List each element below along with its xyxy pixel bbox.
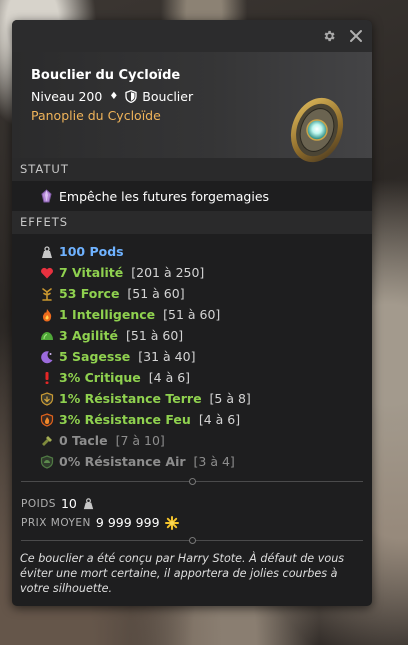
effect-range: [51 à 60] (163, 307, 221, 322)
tooltip-titlebar (12, 20, 372, 52)
weight-icon (42, 245, 52, 258)
effect-value: 3% Critique (59, 370, 141, 385)
effect-row: 53 Force [51 à 60] (12, 283, 372, 304)
item-type: Bouclier (142, 89, 194, 104)
effect-value: 7 Vitalité (59, 265, 124, 280)
item-description: Ce bouclier a été conçu par Harry Stote.… (20, 552, 345, 595)
price-value: 9 999 999 (95, 515, 160, 530)
critical-icon (45, 371, 49, 384)
effect-range: [5 à 8] (209, 391, 251, 406)
fire-icon (42, 308, 52, 321)
wisdom-icon (41, 350, 53, 363)
shield-type-icon (125, 90, 137, 103)
effect-row: 0 Tacle [7 à 10] (12, 430, 372, 451)
effect-row: 1% Résistance Terre [5 à 8] (12, 388, 372, 409)
effect-value: 1 Intelligence (59, 307, 156, 322)
item-properties: POIDS 10 PRIX MOYEN 9 999 999 (12, 482, 372, 540)
kamas-icon (164, 515, 179, 530)
effect-row: 100 Pods (12, 241, 372, 262)
effect-value: 0 Tacle (59, 433, 108, 448)
effect-value: 53 Force (59, 286, 120, 301)
effect-value: 5 Sagesse (59, 349, 131, 364)
effect-row: 3 Agilité [51 à 60] (12, 325, 372, 346)
effect-value: 0% Résistance Air (59, 454, 186, 469)
effect-range: [201 à 250] (131, 265, 205, 280)
item-level: Niveau 200 (31, 89, 103, 104)
weight-row: POIDS 10 (21, 494, 372, 513)
effect-range: [31 à 40] (138, 349, 196, 364)
effect-value: 1% Résistance Terre (59, 391, 202, 406)
strength-icon (42, 287, 52, 301)
agility-icon (41, 331, 53, 340)
item-tooltip-panel: Bouclier du Cycloïde Niveau 200 ♦ Boucli… (12, 20, 372, 606)
weight-icon (83, 498, 94, 510)
effect-range: [7 à 10] (115, 433, 165, 448)
weight-value: 10 (60, 496, 77, 511)
shield-item-icon (290, 97, 344, 163)
earth-resistance-icon (40, 391, 54, 406)
effect-row: 7 Vitalité [201 à 250] (12, 262, 372, 283)
item-name: Bouclier du Cycloïde (31, 68, 181, 83)
item-level-type: Niveau 200 ♦ Bouclier (31, 89, 193, 104)
price-row: PRIX MOYEN 9 999 999 (21, 513, 372, 532)
effect-value: 3 Agilité (59, 328, 118, 343)
effect-value: 100 Pods (59, 244, 124, 259)
purple-gem-icon (41, 189, 52, 203)
divider (21, 478, 363, 485)
item-header: Bouclier du Cycloïde Niveau 200 ♦ Boucli… (12, 52, 372, 163)
close-icon[interactable] (349, 29, 363, 43)
effect-row: 5 Sagesse [31 à 40] (12, 346, 372, 367)
separator-dot: ♦ (109, 91, 119, 102)
effect-row: 3% Résistance Feu [4 à 6] (12, 409, 372, 430)
heart-icon (41, 267, 53, 278)
effect-row: 3% Critique [4 à 6] (12, 367, 372, 388)
status-row: Empêche les futures forgemagies (12, 181, 372, 211)
effect-range: [4 à 6] (198, 412, 241, 427)
effect-row: 1 Intelligence [51 à 60] (12, 304, 372, 325)
fire-resistance-icon (40, 412, 54, 427)
item-set-link[interactable]: Panoplie du Cycloïde (31, 108, 161, 123)
status-text: Empêche les futures forgemagies (59, 188, 270, 204)
effects-section-title: EFFETS (12, 211, 372, 234)
price-label: PRIX MOYEN (21, 516, 91, 529)
tackle-icon (42, 435, 52, 446)
effect-row: 0% Résistance Air [3 à 4] (12, 451, 372, 472)
effect-range: [4 à 6] (148, 370, 191, 385)
effect-range: [51 à 60] (125, 328, 184, 343)
effect-range: [3 à 4] (193, 454, 235, 469)
effects-list: 100 Pods 7 Vitalité [201 à 250] 53 Force… (12, 234, 372, 472)
effect-range: [51 à 60] (127, 286, 185, 301)
divider (21, 537, 363, 544)
air-resistance-icon (40, 454, 54, 469)
effect-value: 3% Résistance Feu (59, 412, 191, 427)
gear-icon[interactable] (322, 29, 336, 43)
weight-label: POIDS (21, 497, 56, 510)
